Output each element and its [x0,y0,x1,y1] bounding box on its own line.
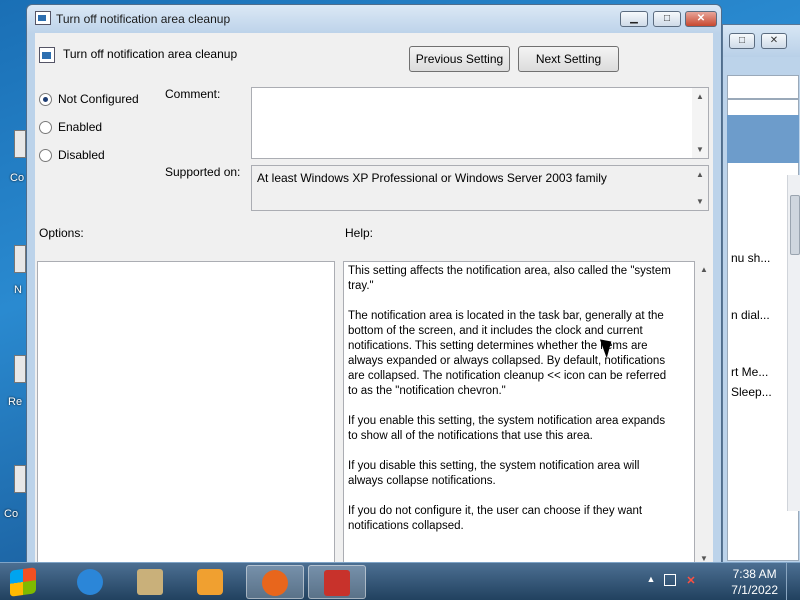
help-pane[interactable]: This setting affects the notification ar… [343,261,695,565]
help-label: Help: [345,226,374,240]
comment-label: Comment: [165,87,221,101]
media-player-icon [197,569,223,595]
policy-icon [35,11,51,25]
clock-time: 7:38 AM [732,567,777,581]
taskbar-app-media[interactable] [182,565,240,599]
file-manager-icon [137,569,163,595]
radio-indicator[interactable] [39,120,52,134]
previous-setting-button[interactable]: Previous Setting [409,46,510,72]
options-label: Options: [39,226,84,240]
desktop-label-2: N [14,284,22,296]
scroll-up-icon[interactable]: ▲ [700,265,708,274]
help-paragraph: This setting affects the notification ar… [348,265,671,292]
background-maximize-button[interactable]: □ [729,33,755,49]
background-close-button[interactable]: ✕ [761,33,787,49]
radio-indicator[interactable] [39,148,52,162]
desktop-icon-2[interactable] [0,245,26,285]
title-bar[interactable]: Turn off notification area cleanup ▁ □ ✕ [27,5,721,33]
help-paragraph: The notification area is located in the … [348,310,667,397]
next-setting-button[interactable]: Next Setting [518,46,619,72]
help-paragraph: If you enable this setting, the system n… [348,415,666,442]
supported-on-value: At least Windows XP Professional or Wind… [257,171,607,185]
background-scrollbar[interactable] [787,175,800,511]
show-desktop-button[interactable] [786,563,800,600]
background-header-band [727,115,799,163]
radio-label: Enabled [58,120,103,134]
toolbox-icon [324,570,350,596]
windows-logo-icon [10,567,36,597]
taskbar-app-ie[interactable] [62,565,120,599]
close-button[interactable]: ✕ [685,11,717,27]
desktop-icon-4[interactable] [0,465,26,505]
desktop-label-4: Co [4,508,19,520]
taskbar-app-files[interactable] [122,565,180,599]
supported-on-label: Supported on: [165,165,241,179]
dialog-client-area: Turn off notification area cleanup Previ… [35,33,713,565]
taskbar-app-firefox[interactable] [246,565,304,599]
desktop-icon-3[interactable] [0,355,26,395]
comment-scrollbar[interactable]: ▲ ▼ [692,88,708,158]
background-list-item[interactable]: nu sh... [731,251,770,265]
options-pane[interactable] [37,261,335,565]
show-hidden-icons-chevron-icon[interactable]: ▲ [644,574,658,588]
system-tray: ▲ ✕ 7:38 AM 7/1/2022 [640,563,800,600]
help-scrollbar[interactable]: ▲ ▼ [697,261,711,565]
radio-enabled[interactable]: Enabled [39,120,102,134]
radio-not-configured[interactable]: Not Configured [39,92,139,106]
clock[interactable]: 7:38 AM 7/1/2022 [731,566,778,598]
supported-scrollbar[interactable]: ▲ ▼ [692,166,708,210]
desktop-icon-1[interactable] [0,130,26,170]
desktop-label-3: Re [8,396,23,408]
clock-date: 7/1/2022 [731,583,778,597]
desktop-label-1: Co [10,172,25,184]
background-list-item[interactable]: n dial... [731,308,770,322]
scroll-up-icon[interactable]: ▲ [696,170,704,179]
minimize-button[interactable]: ▁ [620,11,648,27]
radio-label: Not Configured [58,92,139,106]
help-paragraph: If you do not configure it, the user can… [348,505,643,532]
window-title: Turn off notification area cleanup [56,12,231,26]
background-scroll-thumb[interactable] [790,195,800,255]
radio-indicator[interactable] [39,92,52,106]
background-toolbar [727,75,799,99]
radio-label: Disabled [58,148,105,162]
background-list-item[interactable]: rt Me... [731,365,768,379]
comment-textarea[interactable]: ▲ ▼ [251,87,709,159]
background-list-item[interactable]: Sleep... [731,385,772,399]
start-button[interactable] [2,565,50,599]
scroll-down-icon[interactable]: ▼ [696,197,704,206]
internet-explorer-icon [77,569,103,595]
help-paragraph: If you disable this setting, the system … [348,460,640,487]
supported-on-field: At least Windows XP Professional or Wind… [251,165,709,211]
scroll-up-icon[interactable]: ▲ [696,92,704,101]
maximize-button[interactable]: □ [653,11,681,27]
setting-title: Turn off notification area cleanup [63,47,238,61]
setting-icon [39,47,55,63]
volume-muted-icon[interactable]: ✕ [684,574,698,588]
radio-disabled[interactable]: Disabled [39,148,105,162]
firefox-icon [262,570,288,596]
background-window[interactable]: □ ✕ nu sh... n dial... rt Me... Sleep... [722,24,800,564]
taskbar: ▲ ✕ 7:38 AM 7/1/2022 [0,562,800,600]
help-text: This setting affects the notification ar… [348,264,676,549]
policy-setting-dialog: Turn off notification area cleanup ▁ □ ✕… [26,4,722,565]
network-icon[interactable] [664,574,676,586]
scroll-down-icon[interactable]: ▼ [696,145,704,154]
taskbar-app-toolbox[interactable] [308,565,366,599]
